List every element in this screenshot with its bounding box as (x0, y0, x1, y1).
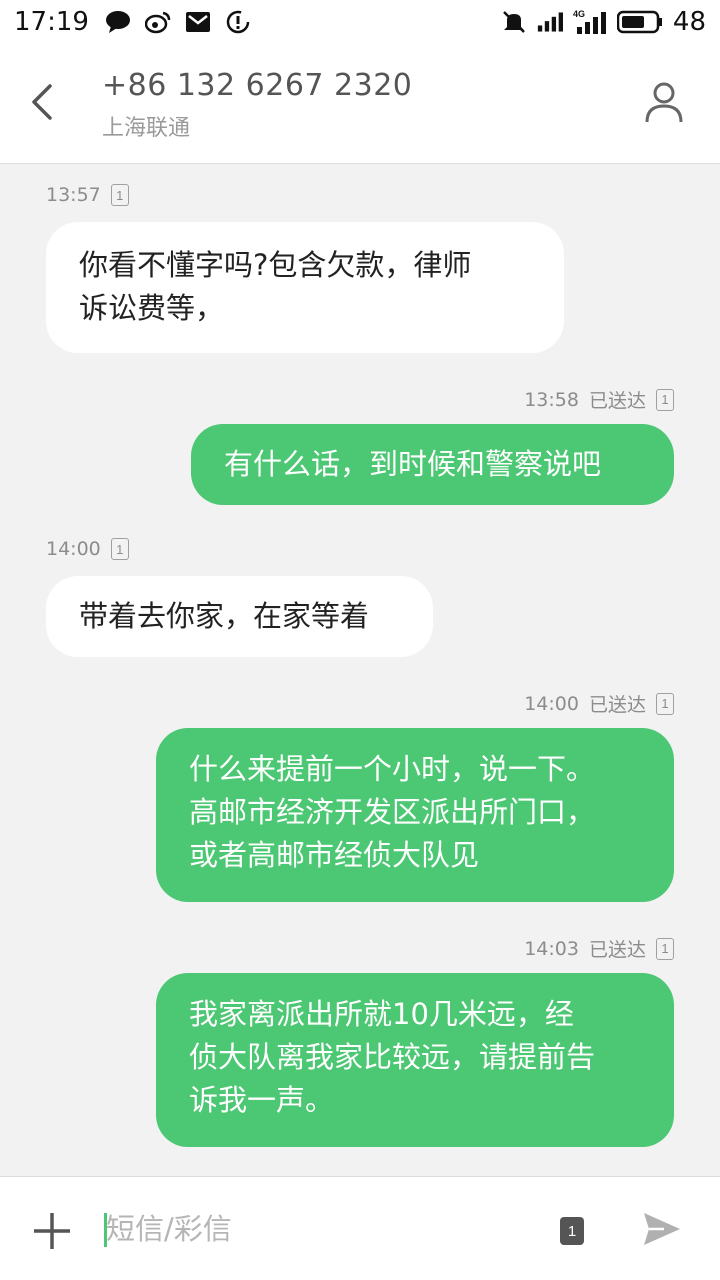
mute-icon (501, 9, 527, 35)
delivery-status: 已送达 (588, 390, 646, 412)
message-meta: 14:03 已送达 1 (524, 935, 674, 962)
message-bubble-incoming[interactable]: 你看不懂字吗?包含欠款，律师 诉讼费等， (46, 222, 564, 353)
status-time: 17:19 (14, 7, 89, 37)
svg-text:4G: 4G (573, 9, 585, 19)
status-right: 4G 48 (501, 7, 706, 37)
signal-icon (537, 9, 563, 35)
send-button[interactable] (642, 1209, 682, 1249)
message-icon (105, 9, 131, 35)
contact-info-button[interactable] (644, 80, 684, 124)
message-time: 14:00 (524, 692, 579, 715)
delivery-status: 已送达 (588, 939, 646, 961)
battery-icon (616, 9, 663, 35)
message-list[interactable]: 13:57 1 你看不懂字吗?包含欠款，律师 诉讼费等， 13:58 已送达 1… (0, 164, 720, 1176)
message-meta: 14:00 已送达 1 (524, 690, 674, 717)
sim-card-icon: 1 (110, 538, 129, 560)
sim-card-icon: 1 (656, 937, 674, 960)
sim-card-icon: 1 (110, 184, 129, 206)
weibo-icon (144, 9, 171, 35)
message-bubble-outgoing[interactable]: 我家离派出所就10几米远，经 侦大队离我家比较远，请提前告 诉我一声。 (156, 973, 674, 1147)
sync-icon (225, 9, 251, 35)
notification-icons (105, 9, 251, 35)
mail-icon (185, 9, 211, 35)
sim-card-icon: 1 (656, 692, 674, 715)
delivery-status: 已送达 (588, 694, 646, 716)
message-bubble-incoming[interactable]: 带着去你家，在家等着 (46, 576, 433, 657)
conversation-header: +86 132 6267 2320 上海联通 (0, 44, 720, 164)
message-time: 14:00 (46, 538, 101, 560)
message-time: 13:57 (46, 184, 101, 206)
battery-level: 48 (672, 7, 706, 37)
message-input[interactable] (106, 1207, 526, 1251)
message-time: 14:03 (524, 937, 579, 960)
status-bar: 17:19 4G 48 (0, 0, 720, 44)
sim-card-icon: 1 (656, 388, 674, 411)
message-meta: 14:00 1 (46, 538, 129, 560)
attach-button[interactable] (32, 1211, 72, 1251)
message-meta: 13:57 1 (46, 184, 129, 206)
sim-select-button[interactable]: 1 (560, 1217, 584, 1245)
signal-4g-icon: 4G (573, 9, 607, 35)
message-bubble-outgoing[interactable]: 什么来提前一个小时，说一下。 高邮市经济开发区派出所门口， 或者高邮市经侦大队见 (156, 728, 674, 902)
message-time: 13:58 (524, 388, 579, 411)
contact-phone-number: +86 132 6267 2320 (102, 68, 413, 103)
message-meta: 13:58 已送达 1 (524, 386, 674, 413)
back-button[interactable] (26, 80, 62, 124)
compose-bar: 1 (0, 1176, 720, 1280)
message-bubble-outgoing[interactable]: 有什么话，到时候和警察说吧 (191, 424, 674, 505)
contact-carrier: 上海联通 (102, 116, 191, 141)
